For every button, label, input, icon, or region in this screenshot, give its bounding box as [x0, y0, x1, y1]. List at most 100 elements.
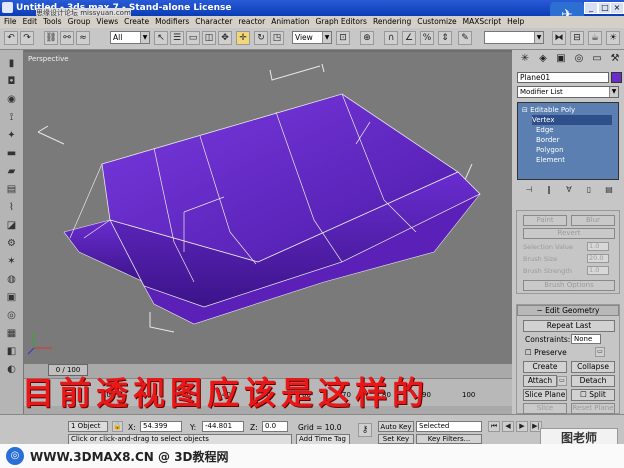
- window-crossing-icon[interactable]: ◫: [202, 31, 216, 45]
- modifier-list-dropdown[interactable]: Modifier List ▼: [517, 86, 619, 98]
- viewport-label[interactable]: Perspective: [28, 55, 69, 63]
- repeat-last-button[interactable]: Repeat Last: [523, 320, 615, 332]
- named-selection-dropdown[interactable]: ▼: [484, 31, 544, 44]
- motion-tab-icon[interactable]: ◎: [572, 53, 586, 67]
- y-coordinate-field[interactable]: -44.801: [202, 421, 244, 432]
- tool-icon-10[interactable]: ◪: [4, 220, 19, 234]
- menu-help[interactable]: Help: [507, 16, 524, 28]
- select-rotate-icon[interactable]: ↻: [254, 31, 268, 45]
- angle-snap-icon[interactable]: ∠: [402, 31, 416, 45]
- edit-geometry-header[interactable]: − Edit Geometry: [517, 305, 619, 316]
- tool-icon-8[interactable]: ▤: [4, 184, 19, 198]
- menu-views[interactable]: Views: [96, 16, 118, 28]
- menu-reactor[interactable]: reactor: [238, 16, 265, 28]
- remove-modifier-icon[interactable]: ▯: [583, 185, 595, 197]
- tool-icon-15[interactable]: ◎: [4, 310, 19, 324]
- region-select-icon[interactable]: ▭: [186, 31, 200, 45]
- slice-plane-button[interactable]: Slice Plane: [523, 389, 567, 401]
- select-by-name-icon[interactable]: ☰: [170, 31, 184, 45]
- tool-icon-12[interactable]: ✶: [4, 256, 19, 270]
- named-selection-icon[interactable]: ✎: [458, 31, 472, 45]
- ref-coord-dropdown[interactable]: View ▼: [292, 31, 332, 44]
- menu-group[interactable]: Group: [68, 16, 91, 28]
- create-button[interactable]: Create: [523, 361, 567, 373]
- tool-icon-2[interactable]: ◘: [4, 76, 19, 90]
- detach-button[interactable]: Detach: [571, 375, 615, 387]
- paint-button[interactable]: Paint: [523, 215, 567, 226]
- tool-icon-5[interactable]: ✦: [4, 130, 19, 144]
- play-icon[interactable]: ▶: [516, 421, 528, 432]
- brush-options-button[interactable]: Brush Options: [523, 280, 615, 291]
- preserve-settings-icon[interactable]: ▭: [595, 347, 605, 357]
- prev-frame-icon[interactable]: ◀: [502, 421, 514, 432]
- object-color-swatch[interactable]: [611, 72, 622, 83]
- hierarchy-tab-icon[interactable]: ▣: [554, 53, 568, 67]
- close-button[interactable]: ×: [610, 2, 624, 14]
- select-scale-icon[interactable]: ◳: [270, 31, 284, 45]
- menu-character[interactable]: Character: [195, 16, 232, 28]
- collapse-button[interactable]: Collapse: [571, 361, 615, 373]
- menu-animation[interactable]: Animation: [271, 16, 309, 28]
- stack-item-element[interactable]: Element: [536, 155, 565, 165]
- minimize-button[interactable]: _: [584, 2, 598, 14]
- attach-button[interactable]: Attach: [523, 375, 557, 387]
- goto-start-icon[interactable]: ⏮: [488, 421, 500, 432]
- tool-icon-16[interactable]: ▦: [4, 328, 19, 342]
- tool-icon-17[interactable]: ◧: [4, 346, 19, 360]
- make-unique-icon[interactable]: ∀: [563, 185, 575, 197]
- render-scene-icon[interactable]: ☕: [588, 31, 602, 45]
- menu-modifiers[interactable]: Modifiers: [155, 16, 189, 28]
- brush-strength-field[interactable]: 1.0: [587, 266, 609, 275]
- tool-icon-7[interactable]: ▰: [4, 166, 19, 180]
- spinner-snap-icon[interactable]: ⇕: [438, 31, 452, 45]
- selection-value-field[interactable]: 1.0: [587, 242, 609, 251]
- tool-icon-11[interactable]: ⚙: [4, 238, 19, 252]
- split-checkbox[interactable]: ☐ Split: [571, 389, 615, 401]
- select-link-icon[interactable]: ⛓: [44, 31, 58, 45]
- tool-icon-1[interactable]: ▮: [4, 58, 19, 72]
- menu-graph-editors[interactable]: Graph Editors: [315, 16, 367, 28]
- slice-button[interactable]: Slice: [523, 403, 567, 414]
- tool-icon-13[interactable]: ◍: [4, 274, 19, 288]
- undo-icon[interactable]: ↶: [4, 31, 18, 45]
- stack-item-edge[interactable]: Edge: [536, 125, 554, 135]
- auto-key-button[interactable]: Auto Key: [378, 421, 414, 432]
- menu-rendering[interactable]: Rendering: [373, 16, 411, 28]
- tool-icon-14[interactable]: ▣: [4, 292, 19, 306]
- set-key-button[interactable]: Set Key: [378, 434, 414, 444]
- constraints-dropdown[interactable]: None: [571, 334, 601, 344]
- revert-button[interactable]: Revert: [523, 228, 615, 239]
- create-tab-icon[interactable]: ✳: [518, 53, 532, 67]
- key-filters-button[interactable]: Key Filters...: [416, 434, 482, 444]
- auto-key-mode-dropdown[interactable]: Selected: [416, 421, 482, 432]
- tool-icon-18[interactable]: ◐: [4, 364, 19, 378]
- menu-file[interactable]: File: [4, 16, 17, 28]
- select-move-icon[interactable]: ✥: [218, 31, 232, 45]
- tool-icon-3[interactable]: ◉: [4, 94, 19, 108]
- stack-item-editable-poly[interactable]: ⊟ Editable Poly: [522, 105, 575, 115]
- percent-snap-icon[interactable]: %: [420, 31, 434, 45]
- blur-button[interactable]: Blur: [571, 215, 615, 226]
- perspective-viewport[interactable]: Perspective: [24, 52, 512, 364]
- object-name-field[interactable]: Plane01: [517, 72, 609, 83]
- select-object-icon[interactable]: ↖: [154, 31, 168, 45]
- snap-icon[interactable]: ∩: [384, 31, 398, 45]
- menu-maxscript[interactable]: MAXScript: [463, 16, 502, 28]
- select-move-active-icon[interactable]: ✛: [236, 31, 250, 45]
- manipulate-icon[interactable]: ⊕: [360, 31, 374, 45]
- brush-size-field[interactable]: 20.0: [587, 254, 609, 263]
- bind-spacewarp-icon[interactable]: ≈: [76, 31, 90, 45]
- show-end-result-icon[interactable]: ‖: [543, 185, 555, 197]
- selection-filter-dropdown[interactable]: All ▼: [110, 31, 150, 44]
- redo-icon[interactable]: ↷: [20, 31, 34, 45]
- menu-tools[interactable]: Tools: [43, 16, 61, 28]
- align-icon[interactable]: ⊟: [570, 31, 584, 45]
- quick-render-icon[interactable]: ☀: [606, 31, 620, 45]
- lock-selection-icon[interactable]: 🔒: [112, 421, 123, 432]
- display-tab-icon[interactable]: ▭: [590, 53, 604, 67]
- mirror-icon[interactable]: ⧓: [552, 31, 566, 45]
- utilities-tab-icon[interactable]: ⚒: [608, 53, 622, 67]
- tool-icon-4[interactable]: ⟟: [4, 112, 19, 126]
- stack-item-polygon[interactable]: Polygon: [536, 145, 564, 155]
- configure-sets-icon[interactable]: ▤: [603, 185, 615, 197]
